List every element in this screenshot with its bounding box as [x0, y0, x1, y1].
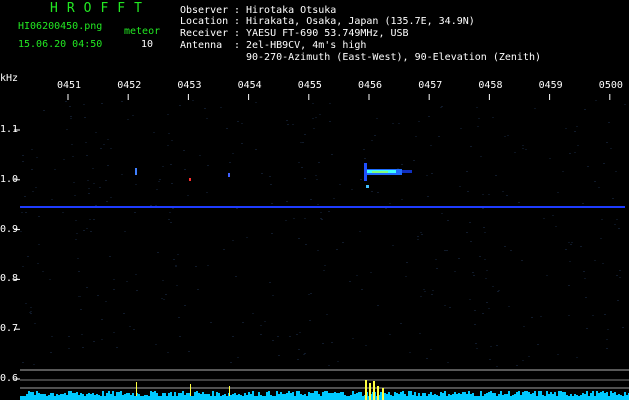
hrofft-window: HROFFT HI06200450.png 15.06.20 04:50 met… — [0, 0, 629, 400]
carrier-line — [20, 206, 625, 208]
echo-dot — [228, 173, 230, 177]
spectrogram — [14, 94, 629, 400]
echo-dot — [135, 168, 137, 175]
echo-dot — [189, 178, 191, 181]
grid-dots — [20, 100, 626, 367]
y-axis-ticks — [14, 129, 20, 380]
meteor-echo — [364, 163, 412, 188]
x-axis-ticks — [67, 94, 611, 100]
noise-floor — [20, 391, 629, 400]
